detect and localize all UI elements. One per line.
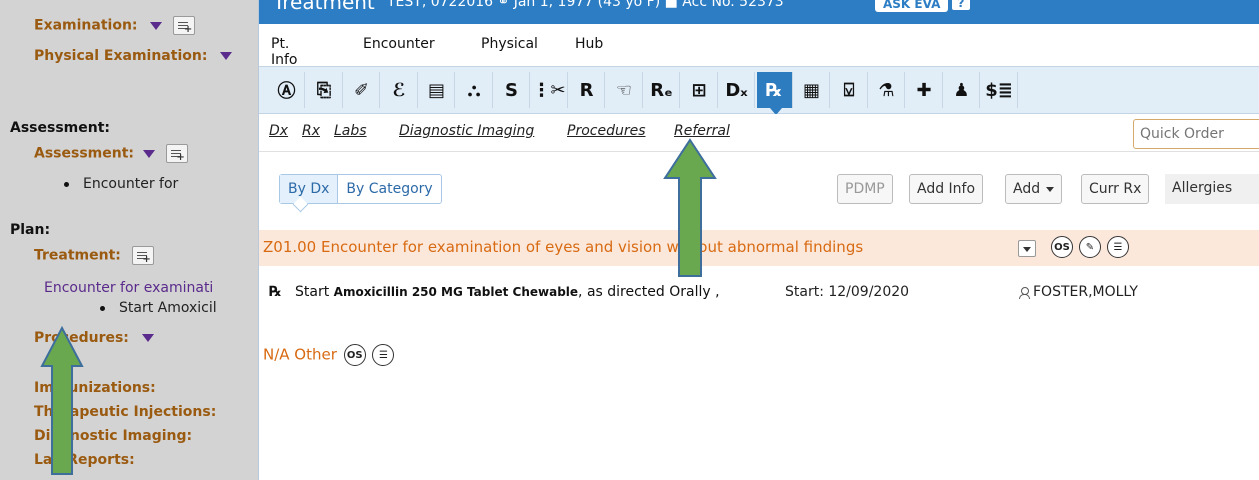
symptom-icon[interactable]: ℰ	[382, 72, 418, 108]
add-note-icon[interactable]	[165, 144, 188, 163]
subnav-referral[interactable]: Referral	[674, 123, 730, 139]
prescriber: FOSTER,MOLLY	[1019, 284, 1138, 300]
family-icon[interactable]: ⛬	[457, 72, 493, 108]
add-note-icon[interactable]: ☰	[1107, 236, 1129, 258]
add-button[interactable]: Add	[1005, 174, 1063, 204]
surgery-icon[interactable]: ⋮✂	[532, 72, 568, 108]
re-icon[interactable]: Rₑ	[644, 72, 680, 108]
ask-eva-button[interactable]: ASK EVA	[875, 0, 949, 12]
add-note-icon[interactable]	[173, 16, 196, 35]
drug-name: Amoxicillin 250 MG Tablet Chewable	[333, 285, 579, 299]
chevron-down-icon[interactable]	[150, 21, 163, 30]
subnav-rx[interactable]: Rx	[302, 123, 320, 139]
copy-icon[interactable]: ⎘	[307, 72, 343, 108]
assessment-subheading: Assessment:	[34, 144, 188, 163]
assessment-item: Encounter for	[64, 176, 178, 192]
physical-examination-heading: Physical Examination:	[34, 48, 233, 64]
curr-rx-button[interactable]: Curr Rx	[1081, 174, 1150, 204]
add-note-icon[interactable]	[131, 246, 154, 265]
treatment-subitem: Start Amoxicil	[100, 300, 217, 316]
os-icon[interactable]: OS	[1051, 236, 1073, 258]
subnav-labs[interactable]: Labs	[334, 123, 367, 139]
examination-heading: Examination:	[34, 16, 196, 35]
menu-physical[interactable]: Physical	[481, 36, 538, 52]
help-button[interactable]: ?	[952, 0, 970, 10]
exam-hand-icon[interactable]: ☜	[607, 72, 643, 108]
edit-note-icon[interactable]: ✎	[1079, 236, 1101, 258]
prescription-start-date: Start: 12/09/2020	[785, 284, 910, 300]
user-icon	[1019, 286, 1030, 299]
billing-icon[interactable]: $≣	[982, 72, 1018, 108]
vaccine-icon[interactable]: ♟	[944, 72, 980, 108]
assessment-section-heading: Assessment:	[10, 120, 111, 136]
bullet-icon	[64, 181, 69, 187]
subnav-diagnostic-imaging[interactable]: Diagnostic Imaging	[399, 123, 534, 139]
annotation-up-arrow-left	[40, 326, 84, 475]
subnav-dx[interactable]: Dx	[269, 123, 288, 139]
other-label[interactable]: N/A Other	[263, 346, 337, 364]
notes-icon[interactable]: ▤	[419, 72, 455, 108]
dx-icon[interactable]: Dₓ	[719, 72, 755, 108]
diagnosis-text[interactable]: Z01.00 Encounter for examination of eyes…	[263, 238, 863, 256]
add-info-button[interactable]: Add Info	[909, 174, 984, 204]
diagnosis-row: Z01.00 Encounter for examination of eyes…	[259, 230, 1259, 266]
alert-a-icon[interactable]: Ⓐ	[269, 72, 305, 108]
add-note-icon[interactable]: ☰	[372, 344, 395, 366]
by-category-toggle[interactable]: By Category	[338, 175, 440, 203]
review-r-icon[interactable]: R	[569, 72, 605, 108]
annotation-up-arrow-referral	[663, 138, 717, 277]
prescription-row: ℞ Start Amoxicillin 250 MG Tablet Chewab…	[259, 276, 1259, 310]
os-icon[interactable]: OS	[343, 344, 366, 366]
grid-icon[interactable]: ▦	[794, 72, 830, 108]
other-row: N/A Other OS ☰	[263, 344, 395, 366]
window-title: Treatment	[273, 0, 375, 14]
chevron-down-icon[interactable]	[220, 52, 233, 60]
rx-icon[interactable]: ℞	[756, 72, 793, 115]
order-subnav: Dx Rx Labs Diagnostic Imaging Procedures…	[259, 114, 1259, 152]
chevron-down-icon[interactable]	[142, 149, 155, 158]
menu-hub[interactable]: Hub	[575, 36, 603, 52]
quick-order-input[interactable]	[1133, 119, 1259, 149]
pdmp-button[interactable]: PDMP	[837, 174, 893, 204]
chevron-down-icon[interactable]	[141, 334, 154, 342]
allergies-button[interactable]: Allergies	[1165, 174, 1259, 204]
treatment-subheading: Treatment:	[34, 246, 154, 265]
rx-icon: ℞	[269, 284, 282, 300]
test-tube-icon[interactable]: ⚗	[869, 72, 905, 108]
view-toggle: By Dx By Category	[279, 174, 442, 204]
first-aid-icon[interactable]: ✚	[907, 72, 943, 108]
prescription-text[interactable]: Start Amoxicillin 250 MG Tablet Chewable…	[295, 284, 720, 300]
pill-icon[interactable]: ✐	[344, 72, 380, 108]
diagnosis-dropdown-button[interactable]	[1018, 240, 1036, 257]
lab-icon[interactable]: ⍌	[832, 72, 868, 108]
plan-section-heading: Plan:	[10, 222, 51, 238]
window-titlebar: Treatment TEST, 0722016 ⚭ Jan 1, 1977 (4…	[259, 0, 1259, 24]
caret-down-icon	[1046, 186, 1055, 192]
menu-pt-info[interactable]: Pt. Info	[271, 36, 298, 68]
encounter-note-panel: Examination: Physical Examination: Asses…	[0, 0, 258, 480]
by-dx-toggle[interactable]: By Dx	[280, 175, 339, 203]
subnav-procedures[interactable]: Procedures	[567, 123, 646, 139]
bullet-icon	[100, 305, 105, 311]
treatment-item[interactable]: Encounter for examinati	[44, 280, 213, 296]
toolbar: Ⓐ ⎘ ✐ ℰ ▤ ⛬ S ⋮✂ R ☜ Rₑ ⊞ Dₓ ℞ ▦ ⍌ ⚗ ✚ ♟ $≣	[259, 66, 1259, 115]
social-s-icon[interactable]: S	[494, 72, 530, 108]
med-box-icon[interactable]: ⊞	[682, 72, 718, 108]
treatment-window: Treatment TEST, 0722016 ⚭ Jan 1, 1977 (4…	[258, 0, 1259, 480]
menu-encounter[interactable]: Encounter	[363, 36, 435, 52]
patient-info: TEST, 0722016 ⚭ Jan 1, 1977 (43 yo F) ■ …	[387, 0, 784, 10]
